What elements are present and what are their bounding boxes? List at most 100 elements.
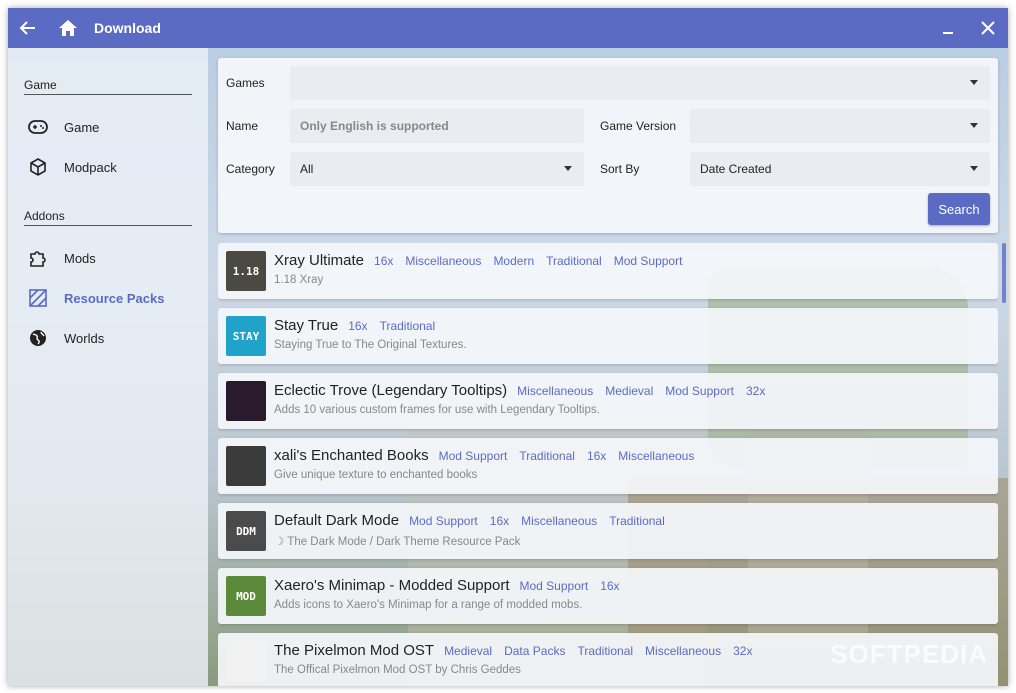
pack-description: Give unique texture to enchanted books xyxy=(274,469,478,481)
globe-icon xyxy=(28,328,48,348)
game-version-label: Game Version xyxy=(600,119,677,133)
pack-tag: 16x xyxy=(489,514,510,528)
pack-title-line: Default Dark Mode Mod Support 16x Miscellan… xyxy=(274,512,677,529)
pack-title-line: xali's Enchanted Books Mod Support Traditi… xyxy=(274,447,706,464)
list-item[interactable]: MOD Xaero's Minimap - Modded Support Mod S… xyxy=(218,568,998,624)
pack-tag: 16x xyxy=(348,319,368,333)
home-button[interactable] xyxy=(48,8,88,48)
pack-tag: Miscellaneous xyxy=(517,384,594,398)
list-item[interactable]: 1.18 Xray Ultimate 16x Miscellaneous Modern T… xyxy=(218,243,998,299)
sort-by-dropdown[interactable]: Date Created xyxy=(690,152,990,186)
games-dropdown[interactable] xyxy=(290,66,990,100)
sidebar-item-resource-packs[interactable]: Resource Packs xyxy=(8,278,208,318)
pack-tag: 16x xyxy=(600,579,620,593)
sidebar: Game Game Modpack Addons Mods Resource P… xyxy=(8,48,208,686)
pack-thumbnail xyxy=(226,381,266,421)
pack-tag: Data Packs xyxy=(504,644,566,658)
pack-tag: Traditional xyxy=(577,644,634,658)
pack-tag: 16x xyxy=(374,254,394,268)
pack-tag: Modern xyxy=(493,254,535,268)
texture-icon xyxy=(28,288,48,308)
pack-tag: 32x xyxy=(745,384,766,398)
pack-tag: Mod Support xyxy=(409,514,478,528)
sidebar-item-mods[interactable]: Mods xyxy=(8,238,208,278)
pack-tag: 32x xyxy=(733,644,753,658)
minimize-icon xyxy=(943,32,953,34)
category-value: All xyxy=(300,162,314,176)
name-input[interactable] xyxy=(300,119,584,133)
sidebar-item-game[interactable]: Game xyxy=(8,107,208,147)
sidebar-item-label: Game xyxy=(64,119,100,135)
pack-tag: Mod Support xyxy=(665,384,734,398)
list-item[interactable]: xali's Enchanted Books Mod Support Traditi… xyxy=(218,438,998,494)
pack-tag: Mod Support xyxy=(438,449,508,463)
pack-tag: Miscellaneous xyxy=(618,449,695,463)
pack-thumbnail xyxy=(226,641,266,681)
pack-tag: Traditional xyxy=(609,514,665,528)
pack-description: Adds 10 various custom frames for use wi… xyxy=(274,404,600,416)
thumbnail-text: STAY xyxy=(232,329,260,343)
pack-thumbnail: MOD xyxy=(226,576,266,616)
cube-icon xyxy=(28,157,48,177)
category-dropdown[interactable]: All xyxy=(290,152,584,186)
window-title: Download xyxy=(94,20,161,36)
pack-tag: Traditional xyxy=(546,254,602,268)
back-button[interactable] xyxy=(8,8,48,48)
pack-description: The Offical Pixelmon Mod OST by Chris Ge… xyxy=(274,664,521,676)
pack-tag: 16x xyxy=(586,449,607,463)
chevron-down-icon xyxy=(970,166,978,171)
pack-name: The Pixelmon Mod OST xyxy=(274,642,435,659)
pack-name: Xaero's Minimap - Modded Support xyxy=(274,577,510,594)
pack-description: Staying True to The Original Textures. xyxy=(274,339,467,351)
pack-thumbnail: STAY xyxy=(226,316,266,356)
sidebar-section-game: Game xyxy=(24,78,192,95)
pack-tag: Miscellaneous xyxy=(405,254,482,268)
title-bar: Download xyxy=(8,8,1008,48)
minimize-button[interactable] xyxy=(928,8,968,48)
thumbnail-text: DDM xyxy=(236,524,256,538)
sidebar-item-label: Modpack xyxy=(64,159,117,175)
pack-thumbnail xyxy=(226,446,266,486)
pack-tag: Mod Support xyxy=(613,254,683,268)
sidebar-item-label: Resource Packs xyxy=(64,290,165,306)
pack-tag: Miscellaneous xyxy=(645,644,722,658)
name-label: Name xyxy=(226,119,259,133)
sidebar-section-addons: Addons xyxy=(24,209,192,226)
game-version-dropdown[interactable] xyxy=(690,109,990,143)
pack-tag: Miscellaneous xyxy=(521,514,598,528)
pack-name: Xray Ultimate xyxy=(274,252,365,269)
pack-tag: Mod Support xyxy=(519,579,589,593)
sort-by-label: Sort By xyxy=(600,162,640,176)
list-item[interactable]: STAY Stay True 16x Traditional Staying True … xyxy=(218,308,998,364)
watermark: SOFTPEDIA xyxy=(830,639,988,669)
sidebar-item-worlds[interactable]: Worlds xyxy=(8,318,208,358)
thumbnail-text: MOD xyxy=(236,589,256,603)
pack-name: Default Dark Mode xyxy=(274,512,400,529)
chevron-down-icon xyxy=(970,80,978,85)
chevron-down-icon xyxy=(970,123,978,128)
pack-description: Adds icons to Xaero's Minimap for a rang… xyxy=(274,599,583,611)
gamepad-icon xyxy=(28,117,48,137)
list-item[interactable]: Eclectic Trove (Legendary Tooltips) Misce… xyxy=(218,373,998,429)
sidebar-item-label: Mods xyxy=(64,250,96,266)
name-field[interactable] xyxy=(290,109,584,143)
search-button[interactable]: Search xyxy=(928,193,990,225)
pack-title-line: Eclectic Trove (Legendary Tooltips) Misce… xyxy=(274,382,777,399)
results-list: 1.18 Xray Ultimate 16x Miscellaneous Modern T… xyxy=(218,243,998,686)
category-label: Category xyxy=(226,162,275,176)
search-filter-panel: Games Name Game Version Category All Sor… xyxy=(218,58,998,233)
results-scrollbar[interactable] xyxy=(1002,243,1006,303)
list-item[interactable]: DDM Default Dark Mode Mod Support 16x Miscel… xyxy=(218,503,998,559)
pack-name: xali's Enchanted Books xyxy=(274,447,429,464)
sidebar-item-modpack[interactable]: Modpack xyxy=(8,147,208,187)
pack-title-line: Xaero's Minimap - Modded Support Mod Supp… xyxy=(274,577,632,594)
pack-name: Eclectic Trove (Legendary Tooltips) xyxy=(274,382,508,399)
close-button[interactable] xyxy=(968,8,1008,48)
puzzle-icon xyxy=(28,248,48,268)
pack-tag: Traditional xyxy=(379,319,436,333)
games-label: Games xyxy=(226,76,265,90)
pack-title-line: Xray Ultimate 16x Miscellaneous Modern Tradi… xyxy=(274,252,694,269)
pack-thumbnail: DDM xyxy=(226,511,266,551)
pack-thumbnail: 1.18 xyxy=(226,251,266,291)
launcher-window: Download Game Game Modpack Addons Mods R… xyxy=(8,8,1008,686)
